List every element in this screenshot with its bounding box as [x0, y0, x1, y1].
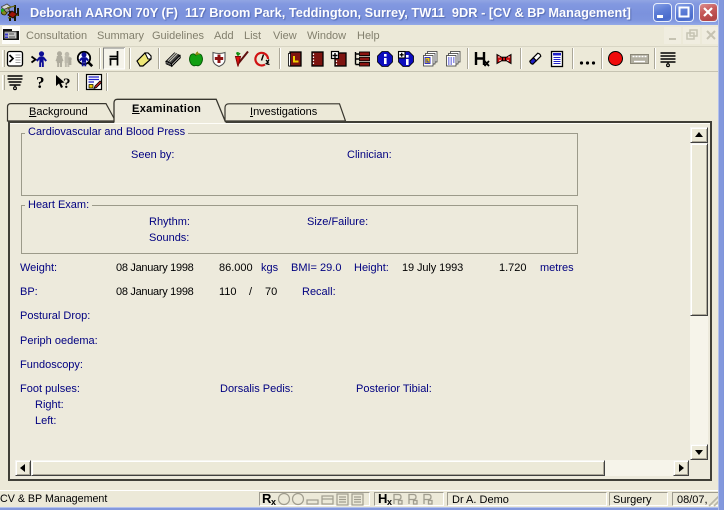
svg-text:x: x — [271, 497, 276, 506]
svg-text:?: ? — [36, 73, 45, 92]
svg-text:H: H — [378, 492, 387, 506]
svg-text:x: x — [387, 497, 392, 506]
svg-text:?: ? — [63, 76, 71, 92]
